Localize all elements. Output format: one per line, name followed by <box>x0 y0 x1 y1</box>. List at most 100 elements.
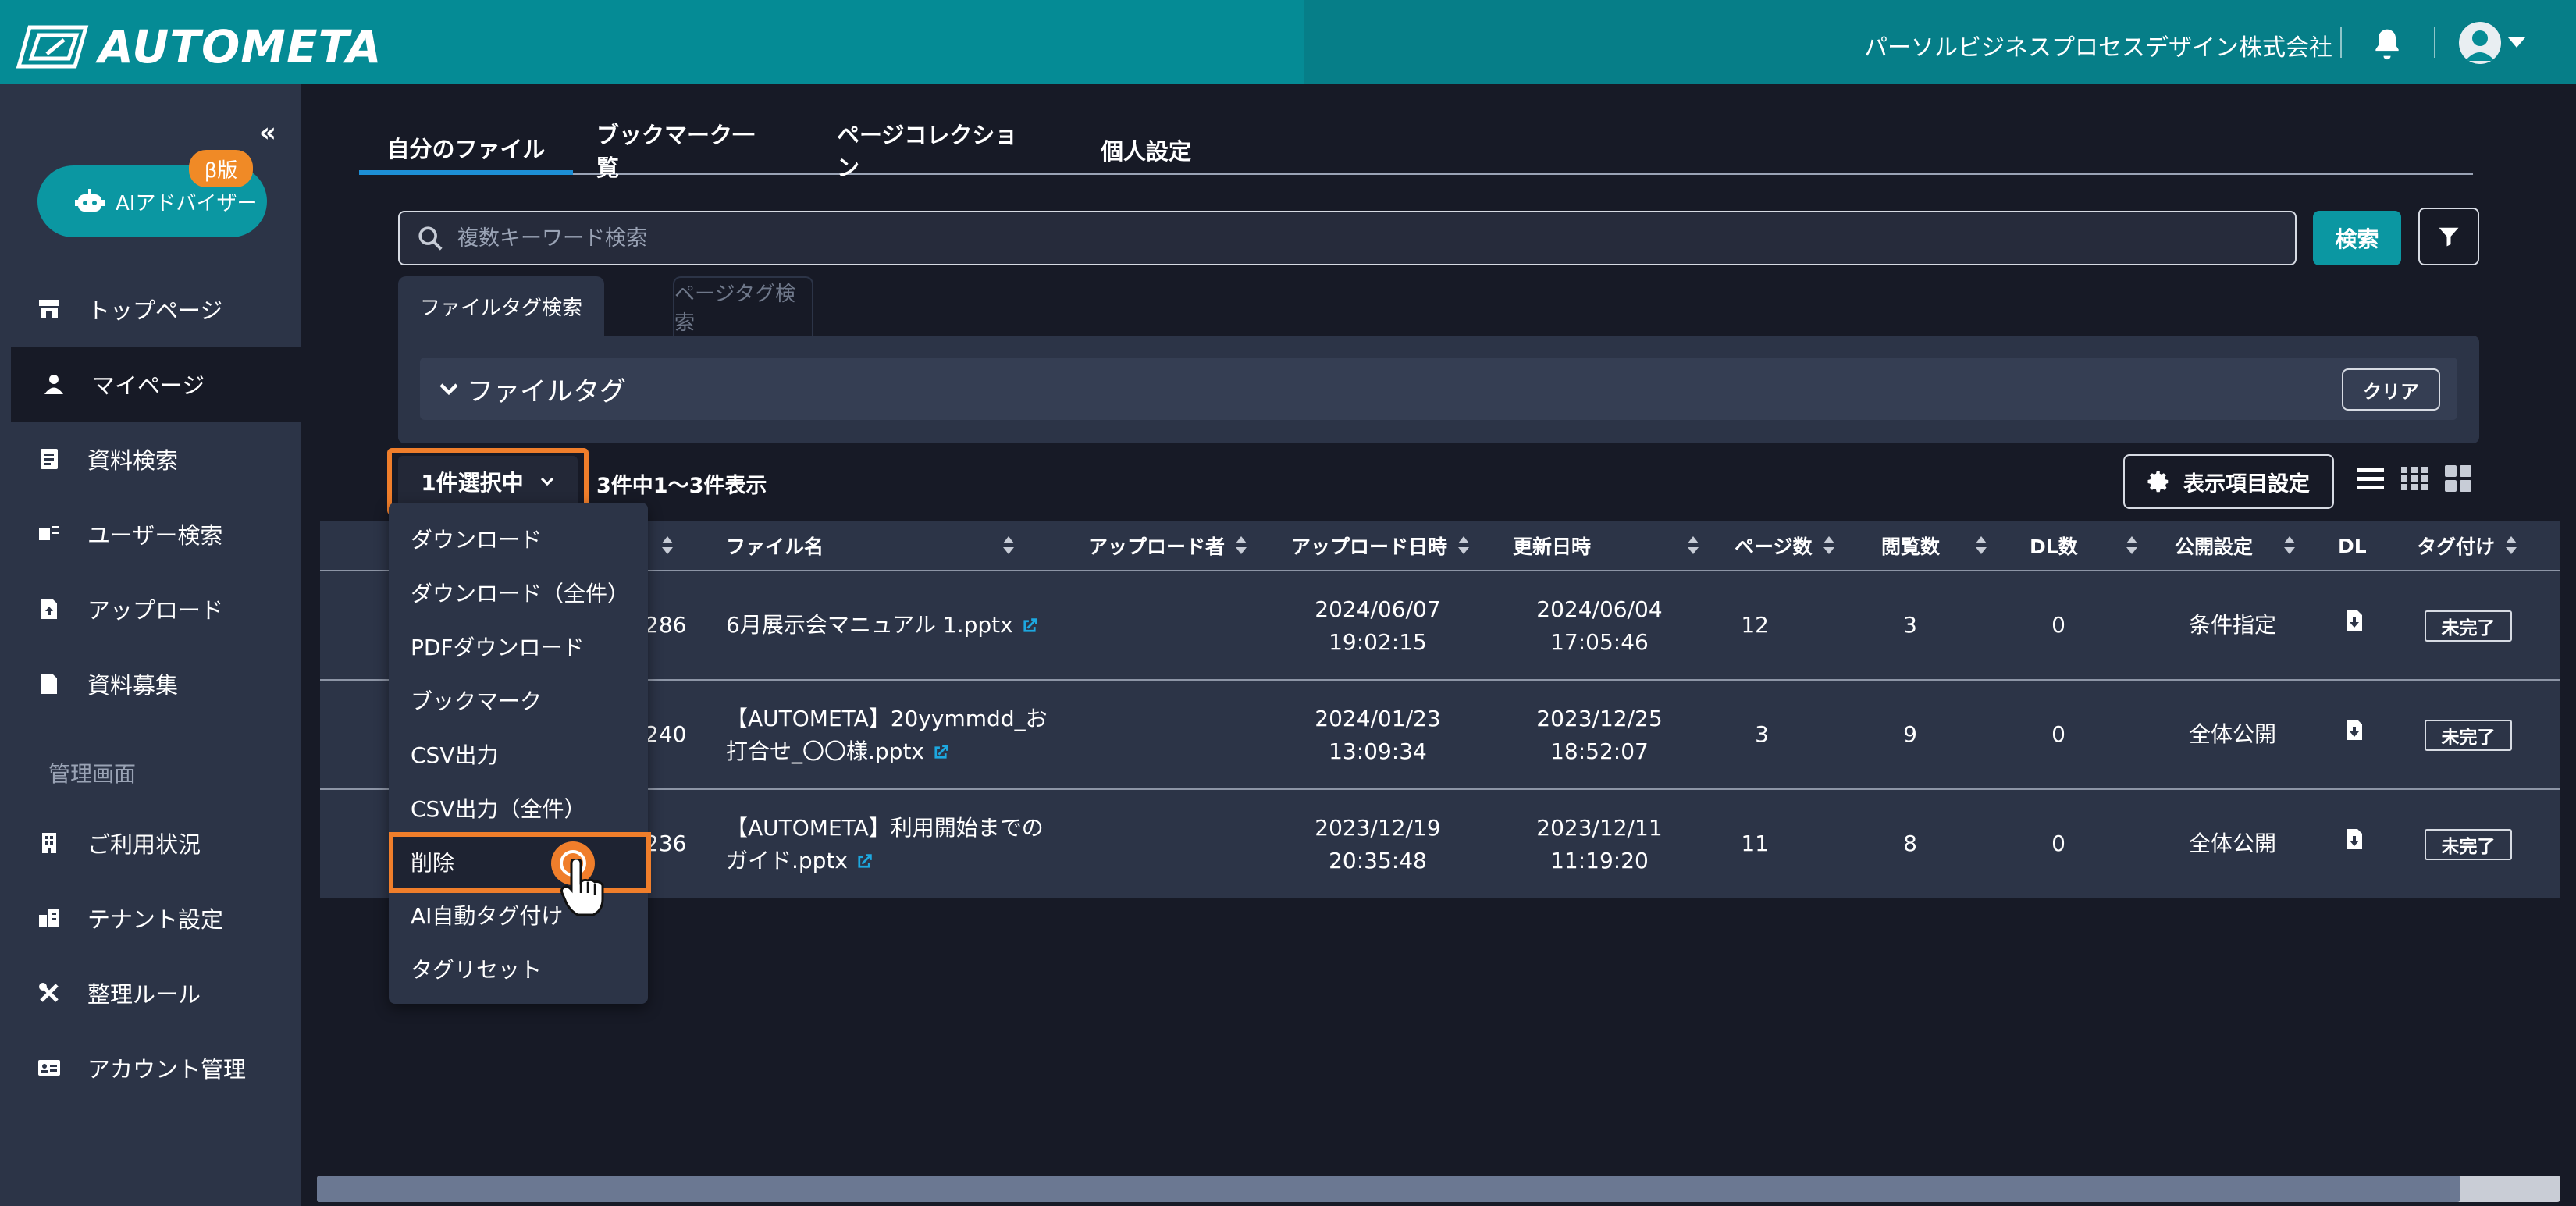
menu-item-download[interactable]: ダウンロード <box>411 512 542 565</box>
sidebar-item-organize-rules[interactable]: 整理ルール <box>0 955 301 1030</box>
user-avatar-icon[interactable] <box>2459 22 2501 64</box>
table-row[interactable]: 236 【AUTOMETA】利用開始までの ガイド.pptx 2023/12/19… <box>320 788 2560 898</box>
display-settings-button[interactable]: 表示項目設定 <box>2123 454 2334 509</box>
tag-search-panel: ファイルタグ クリア <box>398 336 2479 443</box>
search-icon <box>418 226 443 251</box>
search-button[interactable]: 検索 <box>2313 211 2401 265</box>
external-link-icon <box>934 745 948 759</box>
menu-item-tag-reset[interactable]: タグリセット <box>411 942 542 995</box>
compact-grid-view-icon[interactable] <box>2400 464 2429 496</box>
tab-personal-settings[interactable]: 個人設定 <box>1093 125 1199 175</box>
ai-advisor-label: AIアドバイザー <box>116 191 258 215</box>
page-count: 11 <box>1741 831 1769 856</box>
tab-bookmarks[interactable]: ブックマーク一覧 <box>596 122 776 181</box>
column-header-dl-count[interactable]: DL数 <box>2030 521 2137 570</box>
tag-status-badge: 未完了 <box>2425 720 2512 751</box>
header-divider <box>2434 27 2435 58</box>
dl-count: 0 <box>2051 612 2065 638</box>
tab-page-collection[interactable]: ページコレクション <box>837 122 1038 181</box>
search-input[interactable] <box>457 226 2175 251</box>
document-search-icon <box>37 447 61 471</box>
file-name-link[interactable]: 6月展示会マニュアル 1.pptx <box>726 609 1040 642</box>
sidebar-item-label: テナント設定 <box>87 906 224 933</box>
menu-item-csv-export[interactable]: CSV出力 <box>411 728 498 781</box>
gear-icon <box>2147 471 2169 493</box>
file-tag-accordion[interactable]: ファイルタグ クリア <box>420 358 2457 420</box>
grid-view-icon[interactable] <box>2443 464 2473 496</box>
menu-item-bookmark[interactable]: ブックマーク <box>411 674 542 727</box>
upload-datetime: 2024/06/07 19:02:15 <box>1315 596 1441 655</box>
column-header-pages[interactable]: ページ数 <box>1735 521 1834 570</box>
row-id: 240 <box>645 721 687 747</box>
admin-section-title: 管理画面 <box>48 761 137 787</box>
tab-file-tag-search[interactable]: ファイルタグ検索 <box>398 276 604 336</box>
sidebar-item-usage[interactable]: ご利用状況 <box>0 806 301 880</box>
column-header-uploader[interactable]: アップロード者 <box>1088 521 1247 570</box>
column-header-upload-date[interactable]: アップロード日時 <box>1291 521 1470 570</box>
column-header-filename[interactable]: ファイル名 <box>726 521 1015 570</box>
chevron-down-icon <box>540 477 553 486</box>
column-header-updated-date[interactable]: 更新日時 <box>1513 521 1699 570</box>
scrollbar-thumb[interactable] <box>317 1176 2460 1202</box>
menu-item-pdf-download[interactable]: PDFダウンロード <box>411 620 585 673</box>
clear-button[interactable]: クリア <box>2342 368 2440 411</box>
file-name-link[interactable]: 【AUTOMETA】利用開始までの ガイド.pptx <box>726 812 1044 877</box>
tab-my-files[interactable]: 自分のファイル <box>359 125 573 175</box>
sidebar-item-document-search[interactable]: 資料検索 <box>0 422 301 496</box>
table-header: ファイル名 アップロード者 アップロード日時 更新日時 ページ数 閲覧数 DL数… <box>320 521 2560 570</box>
sidebar-item-label: トップページ <box>87 297 223 324</box>
sidebar-item-label: 資料検索 <box>87 447 179 474</box>
building-icon <box>37 831 61 855</box>
sidebar-item-mypage[interactable]: マイページ <box>11 347 301 422</box>
download-icon[interactable] <box>2345 827 2364 860</box>
tab-page-tag-search[interactable]: ページタグ検索 <box>673 276 813 336</box>
column-header-views[interactable]: 閲覧数 <box>1881 521 1987 570</box>
sidebar-item-top[interactable]: トップページ <box>0 272 301 347</box>
list-view-icon[interactable] <box>2356 464 2386 496</box>
column-sort-icon[interactable] <box>651 521 673 570</box>
download-icon[interactable] <box>2345 718 2364 751</box>
sidebar-item-tenant-settings[interactable]: テナント設定 <box>0 880 301 955</box>
sidebar-item-label: ユーザー検索 <box>87 522 223 549</box>
table-row[interactable]: 240 【AUTOMETA】20yymmdd_お 打合せ_〇〇様.pptx 202… <box>320 679 2560 788</box>
tag-status-badge: 未完了 <box>2425 829 2512 860</box>
visibility-setting: 全体公開 <box>2188 831 2276 856</box>
horizontal-scrollbar[interactable] <box>317 1176 2560 1202</box>
visibility-setting: 全体公開 <box>2188 721 2276 747</box>
header-divider <box>2340 27 2342 58</box>
user-icon <box>42 372 66 396</box>
menu-item-ai-auto-tag[interactable]: AI自動タグ付け <box>411 888 563 941</box>
sidebar-item-upload[interactable]: アップロード <box>0 571 301 646</box>
dl-count: 0 <box>2051 831 2065 856</box>
download-icon[interactable] <box>2345 609 2364 642</box>
column-header-visibility[interactable]: 公開設定 <box>2175 521 2296 570</box>
bulk-action-button[interactable]: 1件選択中 <box>398 456 578 507</box>
logo-text: AUTOMETA <box>98 20 382 73</box>
chevron-down-icon <box>439 383 458 396</box>
sidebar-item-label: アカウント管理 <box>87 1056 247 1083</box>
menu-item-csv-export-all[interactable]: CSV出力（全件） <box>411 781 585 834</box>
menu-item-delete[interactable]: 削除 <box>389 832 651 893</box>
column-header-tagging[interactable]: タグ付け <box>2417 521 2517 570</box>
filter-button[interactable] <box>2418 208 2479 265</box>
menu-item-download-all[interactable]: ダウンロード（全件） <box>411 566 629 619</box>
sidebar-item-account-management[interactable]: アカウント管理 <box>0 1030 301 1105</box>
search-box <box>398 211 2297 265</box>
sidebar-item-label: 資料募集 <box>87 672 179 699</box>
caret-down-icon[interactable] <box>2508 37 2525 48</box>
sidebar-item-document-request[interactable]: 資料募集 <box>0 646 301 721</box>
file-name-link[interactable]: 【AUTOMETA】20yymmdd_お 打合せ_〇〇様.pptx <box>726 703 1048 768</box>
logo[interactable]: AUTOMETA <box>16 20 382 73</box>
display-settings-label: 表示項目設定 <box>2183 471 2310 496</box>
collapse-sidebar-icon[interactable]: « <box>259 117 276 148</box>
bell-icon[interactable] <box>2370 27 2404 64</box>
bulk-action-label: 1件選択中 <box>421 470 524 496</box>
sidebar-item-user-search[interactable]: ユーザー検索 <box>0 496 301 571</box>
updated-datetime: 2023/12/25 18:52:07 <box>1536 706 1663 764</box>
tag-status-badge: 未完了 <box>2425 610 2512 642</box>
tools-icon <box>37 981 61 1005</box>
external-link-icon <box>858 854 872 868</box>
table-row[interactable]: 286 6月展示会マニュアル 1.pptx 2024/06/07 19:02:15… <box>320 570 2560 679</box>
result-count: 3件中1～3件表示 <box>596 474 767 498</box>
logo-icon <box>16 25 89 69</box>
